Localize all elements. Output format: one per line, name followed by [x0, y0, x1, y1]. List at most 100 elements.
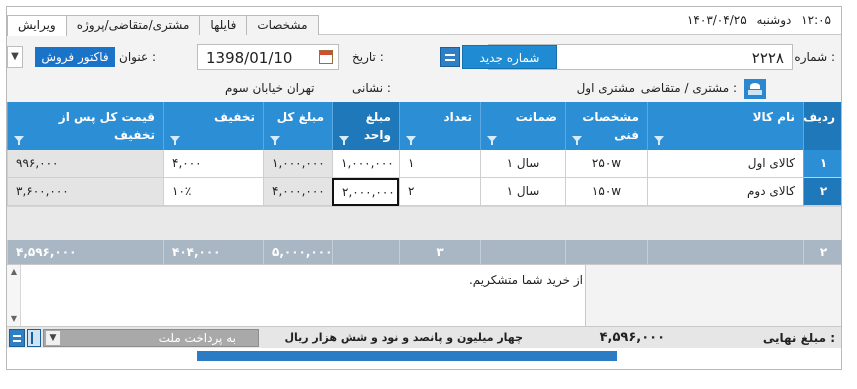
- tab-strip: ویرایش مشتری/متقاضی/پروژه فایلها مشخصات: [7, 15, 319, 36]
- col-total-label: مبلغ کل: [276, 110, 324, 124]
- cell-warranty[interactable]: ۱ سال: [480, 178, 565, 206]
- col-specs[interactable]: مشخصات فنی: [565, 102, 647, 150]
- cell-name[interactable]: کالای اول: [647, 150, 803, 178]
- number-label: شماره :: [794, 50, 835, 64]
- col-name[interactable]: نام کالا: [647, 102, 803, 150]
- total-cell-empty: [332, 240, 399, 264]
- filter-icon[interactable]: [339, 136, 349, 145]
- scroll-up-icon[interactable]: ▲: [7, 266, 21, 278]
- col-quantity-label: تعداد: [443, 110, 472, 124]
- filter-icon[interactable]: [14, 136, 24, 145]
- cell-discount[interactable]: ۱۰٪: [163, 178, 263, 206]
- col-name-label: نام کالا: [752, 110, 795, 124]
- col-total[interactable]: مبلغ کل: [263, 102, 332, 150]
- note-scrollbar[interactable]: ▲ ▼: [7, 265, 21, 326]
- payment-select-value: به پرداخت ملت: [158, 331, 236, 345]
- clock: ۱۲:۰۵ دوشنبه ۱۴۰۳/۰۴/۲۵: [681, 13, 831, 27]
- invoice-window: ویرایش مشتری/متقاضی/پروژه فایلها مشخصات …: [6, 6, 842, 370]
- cell-warranty[interactable]: ۱ سال: [480, 150, 565, 178]
- cell-specs[interactable]: ۲۵۰w: [565, 150, 647, 178]
- tab-edit[interactable]: ویرایش: [7, 15, 67, 36]
- document-icon[interactable]: [27, 329, 41, 347]
- total-cell-empty: [480, 240, 565, 264]
- filter-icon[interactable]: [654, 136, 664, 145]
- clock-date: ۱۴۰۳/۰۴/۲۵: [686, 13, 747, 27]
- window-below: [7, 348, 841, 369]
- cell-quantity[interactable]: ۱: [399, 150, 480, 178]
- address-label: نشانی :: [352, 81, 391, 95]
- list-icon[interactable]: [9, 329, 25, 347]
- title-label: عنوان :: [119, 50, 156, 64]
- tab-details[interactable]: مشخصات: [246, 15, 319, 35]
- grid-empty-area[interactable]: [7, 206, 841, 240]
- note-text[interactable]: از خرید شما متشکریم.: [469, 273, 583, 287]
- scroll-down-icon[interactable]: ▼: [7, 313, 21, 325]
- title-select[interactable]: فاکتور فروش: [35, 47, 115, 67]
- new-number-button[interactable]: شماره جدید: [462, 45, 557, 69]
- col-unit-price-label: مبلغ واحد: [363, 110, 391, 142]
- footer-bar: به پرداخت ملت ▼ چهار میلیون و پانصد و نو…: [7, 326, 841, 348]
- filter-icon[interactable]: [406, 136, 416, 145]
- cell-unit-price-focused[interactable]: ۲,۰۰۰,۰۰۰: [332, 178, 399, 206]
- total-amount: ۵,۰۰۰,۰۰۰: [263, 240, 332, 264]
- filter-icon[interactable]: [572, 136, 582, 145]
- final-amount-value: ۴,۵۹۶,۰۰۰: [599, 330, 665, 345]
- payment-select[interactable]: به پرداخت ملت ▼: [43, 329, 259, 347]
- filter-icon[interactable]: [170, 136, 180, 145]
- number-list-icon[interactable]: [440, 47, 460, 67]
- cell-discount[interactable]: ۴,۰۰۰: [163, 150, 263, 178]
- col-quantity[interactable]: تعداد: [399, 102, 480, 150]
- total-quantity: ۳: [399, 240, 480, 264]
- cell-final: ۳,۶۰۰,۰۰۰: [7, 178, 163, 206]
- customer-label: مشتری / متقاضی :: [640, 81, 737, 95]
- total-cell-empty: [647, 240, 803, 264]
- col-specs-label: مشخصات فنی: [582, 110, 639, 142]
- date-label: تاریخ :: [352, 50, 384, 64]
- col-discount[interactable]: تخفیف: [163, 102, 263, 150]
- total-final: ۴,۵۹۶,۰۰۰: [7, 240, 163, 264]
- customer-icon[interactable]: [744, 79, 766, 99]
- col-final-label: قیمت کل پس از تخفیف: [58, 110, 155, 142]
- note-side-panel: [585, 265, 841, 326]
- customer-value: مشتری اول: [576, 81, 635, 95]
- col-row[interactable]: ردیف: [803, 102, 841, 150]
- final-amount-words: چهار میلیون و پانصد و نود و شش هزار ریال: [284, 331, 523, 344]
- tab-customer-project[interactable]: مشتری/متقاضی/پروژه: [65, 15, 201, 35]
- grid-header: ردیف نام کالا مشخصات فنی ضمانت تعداد مبل…: [7, 102, 841, 150]
- row-number[interactable]: ۱: [803, 150, 841, 178]
- col-warranty-label: ضمانت: [515, 110, 557, 124]
- tab-files[interactable]: فایلها: [199, 15, 248, 35]
- col-row-label: ردیف: [803, 110, 835, 124]
- col-unit-price[interactable]: مبلغ واحد: [332, 102, 399, 150]
- table-row[interactable]: ۲ کالای دوم ۱۵۰w ۱ سال ۲ ۲,۰۰۰,۰۰۰ ۴,۰۰۰…: [7, 178, 841, 206]
- cell-name[interactable]: کالای دوم: [647, 178, 803, 206]
- address-value: تهران خیابان سوم: [225, 81, 315, 95]
- top-bar: ویرایش مشتری/متقاضی/پروژه فایلها مشخصات …: [7, 7, 841, 36]
- chevron-down-icon[interactable]: ▼: [46, 331, 60, 345]
- col-warranty[interactable]: ضمانت: [480, 102, 565, 150]
- cell-final: ۹۹۶,۰۰۰: [7, 150, 163, 178]
- col-final[interactable]: قیمت کل پس از تخفیف: [7, 102, 163, 150]
- col-discount-label: تخفیف: [214, 110, 255, 124]
- cell-unit-price[interactable]: ۱,۰۰۰,۰۰۰: [332, 150, 399, 178]
- totals-row: ۲ ۳ ۵,۰۰۰,۰۰۰ ۴۰۴,۰۰۰ ۴,۵۹۶,۰۰۰: [7, 240, 841, 264]
- calendar-icon[interactable]: [319, 50, 333, 64]
- final-amount-label: مبلغ نهایی :: [762, 331, 835, 345]
- total-cell-empty: [565, 240, 647, 264]
- total-row-count: ۲: [803, 240, 841, 264]
- title-dropdown-chevron-icon[interactable]: ▼: [7, 46, 23, 68]
- filter-icon[interactable]: [270, 136, 280, 145]
- background-window-strip: [197, 351, 617, 361]
- cell-total: ۱,۰۰۰,۰۰۰: [263, 150, 332, 178]
- clock-time: ۱۲:۰۵: [801, 13, 831, 27]
- note-area[interactable]: ▲ ▼ از خرید شما متشکریم.: [7, 264, 841, 326]
- row-number[interactable]: ۲: [803, 178, 841, 206]
- date-field[interactable]: 1398/01/10: [197, 44, 339, 70]
- cell-total: ۴,۰۰۰,۰۰۰: [263, 178, 332, 206]
- cell-specs[interactable]: ۱۵۰w: [565, 178, 647, 206]
- filter-icon[interactable]: [487, 136, 497, 145]
- cell-quantity[interactable]: ۲: [399, 178, 480, 206]
- table-row[interactable]: ۱ کالای اول ۲۵۰w ۱ سال ۱ ۱,۰۰۰,۰۰۰ ۱,۰۰۰…: [7, 150, 841, 178]
- total-discount: ۴۰۴,۰۰۰: [163, 240, 263, 264]
- clock-weekday: دوشنبه: [756, 13, 792, 27]
